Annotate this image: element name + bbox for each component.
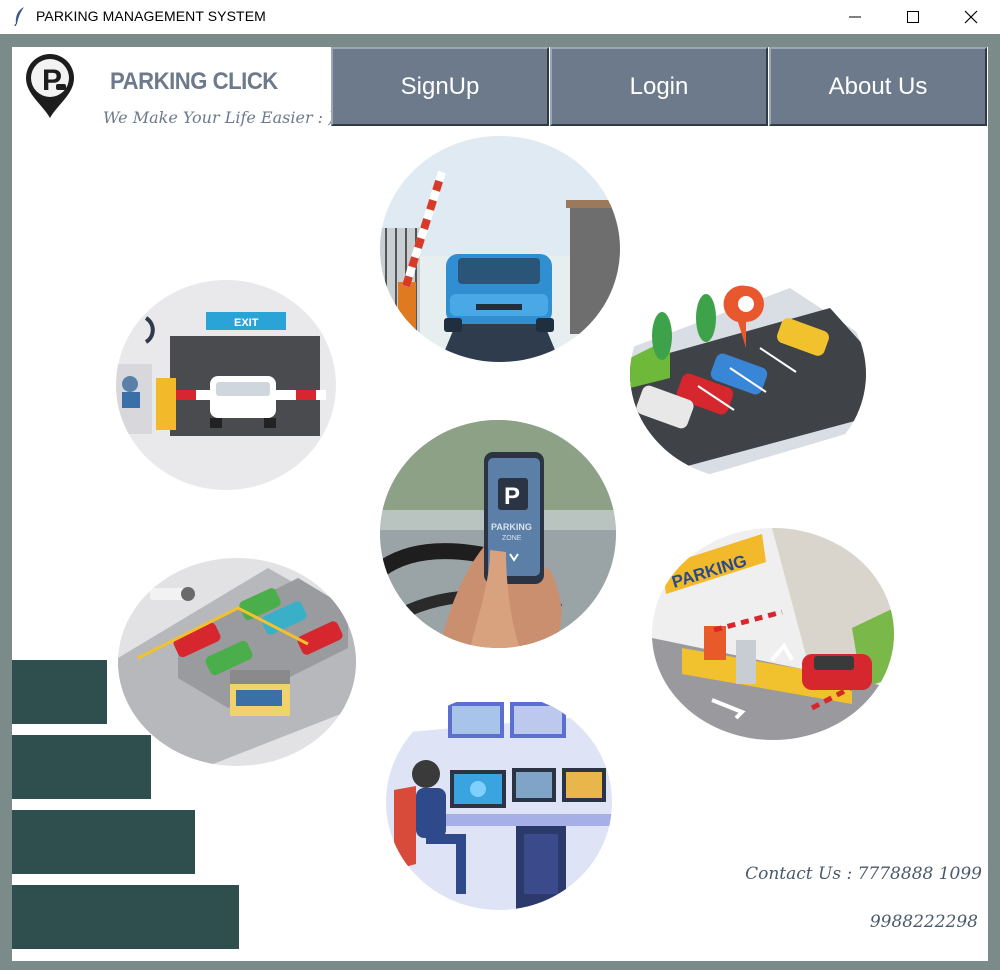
title-bar: PARKING MANAGEMENT SYSTEM xyxy=(0,0,1000,34)
phone-parking-letter: P xyxy=(504,483,520,510)
login-button[interactable]: Login xyxy=(550,47,768,126)
close-button[interactable] xyxy=(942,0,1000,34)
minimize-icon xyxy=(849,16,861,18)
signup-button[interactable]: SignUp xyxy=(331,47,549,126)
parking-entrance-illustration: PARKING xyxy=(652,528,894,740)
parking-app-phone-illustration: P PARKING ZONE xyxy=(380,420,616,648)
decorative-bar-3 xyxy=(12,810,195,874)
about-us-button[interactable]: About Us xyxy=(769,47,987,126)
maximize-icon xyxy=(907,11,919,23)
exit-sign-text: EXIT xyxy=(234,317,259,329)
phone-parking-text: PARKING xyxy=(491,522,532,532)
decorative-bar-1 xyxy=(12,660,107,724)
exit-gate-illustration: EXIT xyxy=(116,280,336,490)
brand-name: PARKING CLICK xyxy=(110,68,278,95)
parking-lot-map-illustration xyxy=(630,268,866,480)
decorative-bar-2 xyxy=(12,735,151,799)
logo-letter: P xyxy=(42,64,62,97)
parking-pin-icon: P xyxy=(26,54,74,118)
window-title: PARKING MANAGEMENT SYSTEM xyxy=(36,8,266,24)
minimize-button[interactable] xyxy=(826,0,884,34)
control-room-illustration xyxy=(386,694,612,910)
maximize-button[interactable] xyxy=(884,0,942,34)
tagline: We Make Your Life Easier : ) xyxy=(103,108,335,127)
barrier-gate-illustration xyxy=(380,136,620,362)
contact-phone-2: 9988222298 xyxy=(869,912,978,932)
contact-line: Contact Us : 7778888 1099 xyxy=(745,864,982,884)
aerial-parking-lot-illustration xyxy=(118,558,356,766)
feather-icon xyxy=(14,7,24,26)
close-icon xyxy=(964,10,978,24)
decorative-bar-4 xyxy=(12,885,239,949)
phone-zone-text: ZONE xyxy=(502,535,522,542)
